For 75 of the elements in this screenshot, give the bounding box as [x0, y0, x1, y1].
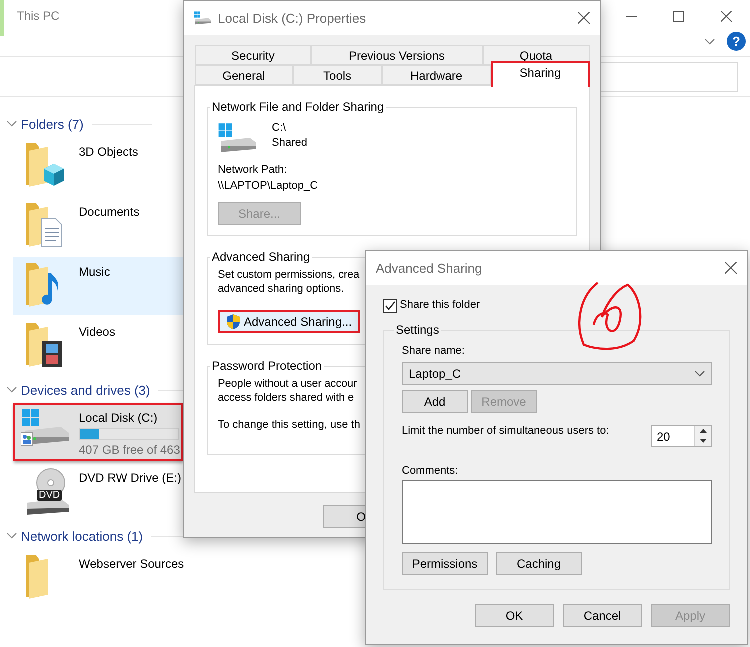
up-arrow-icon[interactable] — [700, 429, 706, 433]
tab[interactable]: General — [195, 65, 293, 85]
explorer-item[interactable]: 3D Objects — [13, 137, 183, 195]
accent-bar — [0, 0, 4, 36]
item-name: Local Disk (C:) — [79, 411, 159, 425]
group-heading: Settings — [395, 323, 440, 337]
help-button[interactable]: ? — [727, 32, 746, 51]
dvd-label: DVD — [37, 490, 62, 501]
field-label: Comments: — [402, 465, 458, 477]
dropdown-chevron-icon — [695, 370, 705, 376]
comments-field[interactable] — [402, 480, 712, 544]
folder-icon — [25, 553, 49, 601]
explorer-item[interactable]: Documents — [13, 197, 183, 255]
close-icon[interactable] — [578, 12, 590, 24]
advanced-sharing-button[interactable]: Advanced Sharing... — [218, 310, 360, 333]
dialog-button[interactable]: Cancel — [563, 604, 642, 627]
caching-button[interactable]: Caching — [496, 552, 582, 575]
explorer-item[interactable]: Videos — [13, 317, 183, 375]
checkbox-label: Share this folder — [400, 299, 480, 311]
item-name: Documents — [79, 205, 140, 219]
drive-icon — [194, 10, 212, 26]
tab[interactable]: Sharing — [490, 61, 590, 87]
tab[interactable]: Previous Versions — [311, 45, 483, 65]
ok-button[interactable]: O — [323, 505, 368, 528]
explorer-item[interactable]: Local Disk (C:) 407 GB free of 463 — [13, 403, 183, 461]
tab[interactable]: Hardware — [382, 65, 491, 85]
explorer-item[interactable]: Music — [13, 257, 183, 315]
collapse-chevron-icon — [7, 121, 17, 127]
section-heading[interactable]: Folders (7) — [21, 116, 84, 132]
field-label: Share name: — [402, 345, 465, 357]
section-heading[interactable]: Devices and drives (3) — [21, 382, 150, 398]
explorer-item[interactable]: Webserver Sources — [13, 549, 183, 607]
dialog-title: Advanced Sharing — [376, 260, 482, 276]
shield-icon — [226, 314, 241, 330]
item-name: DVD RW Drive (E:) — [79, 471, 182, 485]
group-heading: Network File and Folder Sharing — [211, 100, 386, 114]
item-name: Webserver Sources — [79, 557, 184, 571]
check-icon — [384, 301, 396, 311]
close-icon[interactable] — [725, 262, 737, 274]
permissions-button[interactable]: Permissions — [402, 552, 488, 575]
section-heading[interactable]: Network locations (1) — [21, 528, 144, 544]
close-icon[interactable] — [720, 10, 732, 22]
share-status: Shared — [272, 137, 308, 149]
folder-icon — [25, 141, 67, 189]
maximize-icon[interactable] — [673, 10, 684, 22]
item-name: Music — [79, 265, 110, 279]
network-path: \\LAPTOP\Laptop_C — [218, 180, 318, 192]
dialog-button[interactable]: OK — [475, 604, 554, 627]
explorer-item[interactable]: DVD DVD RW Drive (E:) — [13, 463, 183, 521]
window-title: This PC — [17, 9, 60, 23]
drive-icon — [218, 122, 258, 154]
field-label: Limit the number of simultaneous users to: — [402, 425, 610, 437]
checkbox[interactable] — [383, 299, 397, 313]
collapse-chevron-icon — [7, 387, 17, 393]
chevron-down-icon — [705, 38, 715, 44]
group-heading: Password Protection — [211, 359, 324, 373]
item-name: 3D Objects — [79, 145, 138, 159]
user-limit-spinner[interactable]: 20 — [651, 425, 712, 447]
description-text: People without a user accour access folders shared with e — [218, 377, 358, 405]
note-text: To change this setting, use th — [218, 419, 360, 431]
dialog-title: Local Disk (C:) Properties — [218, 10, 366, 26]
description-text: Set custom permissions, crea advanced sharing options. — [218, 268, 360, 296]
down-arrow-icon[interactable] — [700, 439, 706, 443]
free-space-text: 407 GB free of 463 — [79, 443, 180, 457]
tab[interactable]: Security — [195, 45, 312, 65]
network-path-label: Network Path: — [218, 164, 288, 176]
address-field[interactable] — [598, 62, 738, 92]
drive-icon — [21, 407, 71, 447]
share-name-dropdown[interactable]: Laptop_C — [402, 362, 712, 385]
collapse-chevron-icon — [7, 533, 17, 539]
tab[interactable]: Tools — [293, 65, 382, 85]
group-heading: Advanced Sharing — [211, 250, 312, 264]
item-name: Videos — [79, 325, 116, 339]
add-button[interactable]: Add — [402, 390, 468, 413]
drive-path: C:\ — [272, 122, 286, 134]
